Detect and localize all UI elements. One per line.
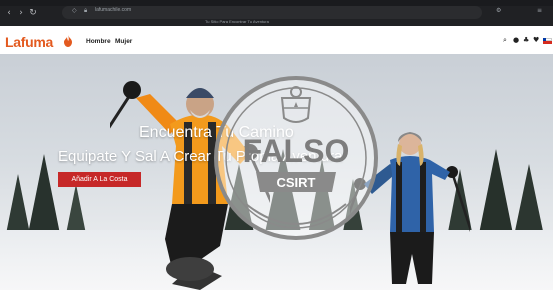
site-header: Lafuma Hombre Mujer ⌕ ● ♣ ♥	[0, 26, 553, 54]
brand-logo[interactable]: Lafuma	[5, 34, 53, 50]
account-icon[interactable]: ●	[513, 36, 519, 44]
nav-item-hombre[interactable]: Hombre	[86, 38, 111, 45]
stamp-org: CSIRT	[277, 175, 316, 190]
stamp-word: FALSO	[243, 133, 350, 169]
heart-icon[interactable]: ♥	[533, 36, 539, 44]
nav-item-mujer[interactable]: Mujer	[115, 38, 132, 45]
reload-icon[interactable]: ↻	[28, 8, 38, 18]
url-text[interactable]: lafumachile.com	[95, 7, 131, 13]
forward-icon[interactable]: ›	[16, 8, 26, 18]
menu-icon[interactable]: ≡	[537, 7, 542, 14]
falso-stamp: FALSO CSIRT	[214, 76, 378, 240]
flame-logo-icon	[64, 35, 72, 47]
shield-icon: ◇	[72, 7, 77, 14]
lock-icon: 🔒︎	[84, 7, 88, 14]
add-to-cart-button[interactable]: Añadir A La Costa	[58, 172, 141, 187]
flag-chile-icon[interactable]	[543, 38, 552, 44]
browser-chrome: ‹ › ↻ ◇ 🔒︎ lafumachile.com ⚙ ≡ Tu Sitio …	[0, 0, 553, 26]
search-icon[interactable]: ⌕	[503, 36, 507, 45]
hero-banner: Encuentra Tu Camino Equipate Y Sal A Cre…	[0, 54, 553, 290]
back-icon[interactable]: ‹	[4, 8, 14, 18]
wishlist-icon[interactable]: ♣	[523, 36, 529, 44]
page-title-strip: Tu Sitio Para Encontrar Tu Aventura	[205, 19, 269, 24]
extension-icon[interactable]: ⚙	[496, 7, 501, 14]
